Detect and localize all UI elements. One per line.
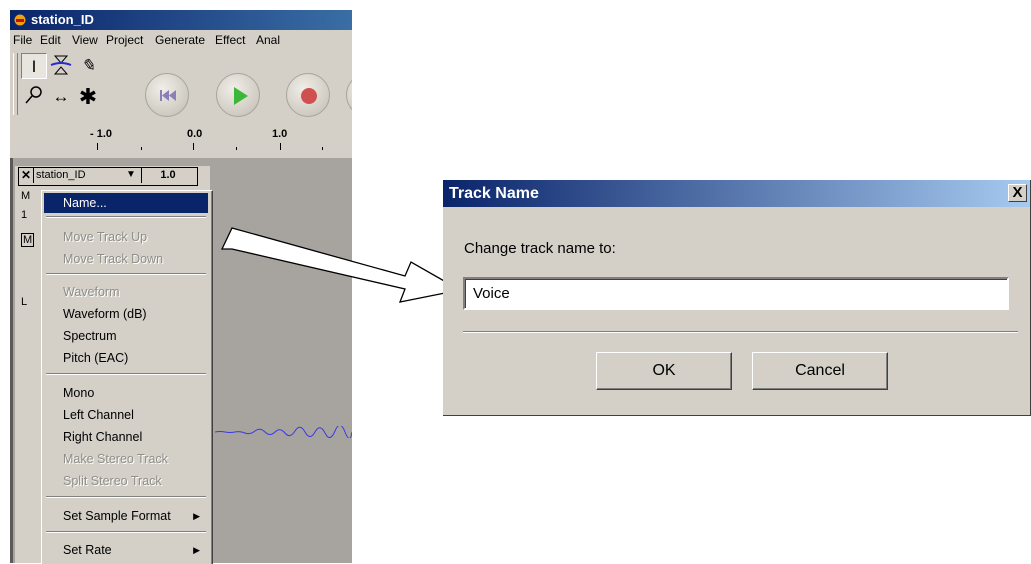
dialog-titlebar[interactable]: Track Name X: [443, 180, 1030, 207]
track-name-dialog: Track Name X Change track name to: OK Ca…: [443, 180, 1031, 416]
close-icon[interactable]: X: [1008, 184, 1027, 202]
cancel-button[interactable]: Cancel: [752, 352, 888, 390]
dialog-title: Track Name: [449, 185, 539, 202]
dialog-separator: [463, 331, 1018, 333]
ok-button[interactable]: OK: [596, 352, 732, 390]
dialog-prompt: Change track name to:: [464, 240, 616, 257]
track-name-input[interactable]: [463, 277, 1009, 310]
